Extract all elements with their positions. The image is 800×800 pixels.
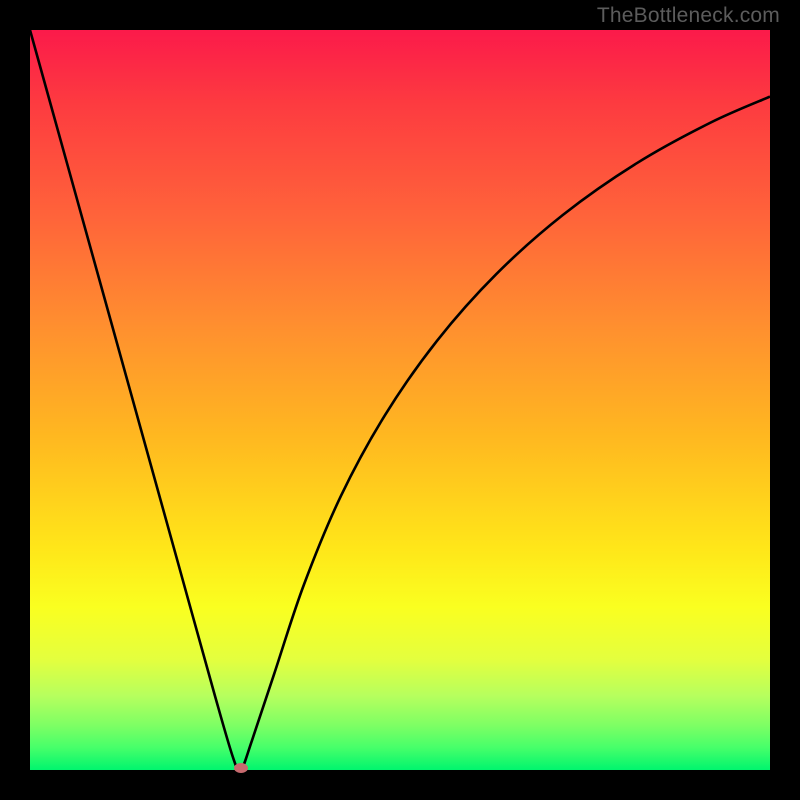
curve-path [30,30,770,770]
chart-frame: TheBottleneck.com [0,0,800,800]
plot-area [30,30,770,770]
optimum-marker [234,763,248,773]
watermark-text: TheBottleneck.com [597,4,780,28]
curve-svg [30,30,770,770]
